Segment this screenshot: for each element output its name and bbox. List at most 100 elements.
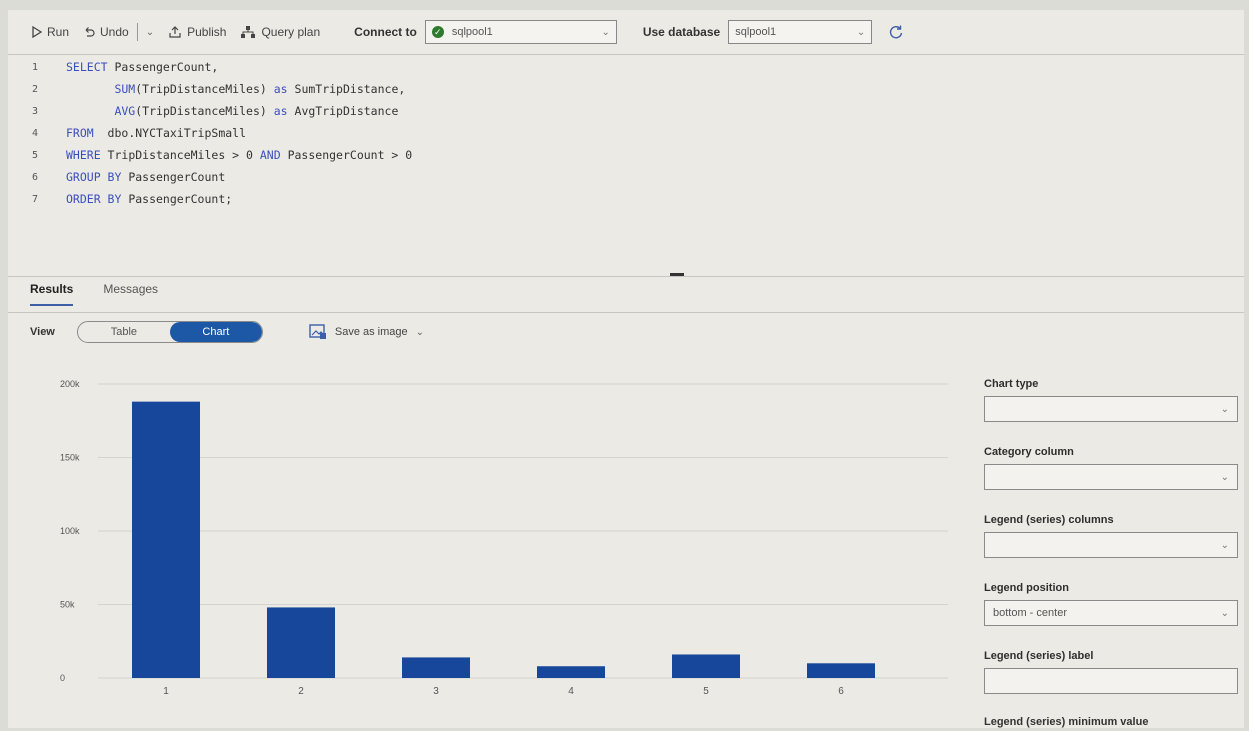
chevron-down-icon: ⌄ [1220, 403, 1229, 415]
line-number: 1 [31, 61, 38, 73]
code-line: 7 ORDER BY PassengerCount; [8, 188, 1244, 210]
tab-results[interactable]: Results [30, 282, 74, 306]
undo-button[interactable]: Undo ⌄ [83, 23, 154, 41]
code-line: 4 FROM dbo.NYCTaxiTripSmall [8, 122, 1244, 144]
x-tick-label: 2 [298, 686, 304, 697]
sql-text: SumTripDistance, [287, 82, 406, 96]
code-line: 1 SELECT PassengerCount, [8, 56, 1244, 78]
bar[interactable] [402, 657, 470, 678]
category-column-select[interactable]: ⌄ [984, 464, 1238, 490]
view-toolbar: View Table Chart Save as image ⌄ [30, 321, 424, 343]
tab-messages[interactable]: Messages [103, 282, 158, 306]
connect-to-label: Connect to [354, 25, 417, 39]
sql-text: (TripDistanceMiles) [135, 82, 274, 96]
sql-keyword: SELECT [66, 60, 108, 74]
chevron-down-icon: ⌄ [856, 26, 866, 38]
sql-keyword: GROUP BY [66, 170, 122, 184]
sql-text: PassengerCount; [121, 192, 233, 206]
sql-text: PassengerCount [121, 170, 226, 184]
line-number: 2 [31, 83, 38, 95]
publish-icon [169, 26, 181, 38]
x-tick-label: 5 [703, 686, 709, 697]
category-column-label: Category column [984, 446, 1074, 458]
bar[interactable] [132, 401, 200, 678]
y-tick-label: 150k [60, 453, 80, 463]
sql-keyword: AND [259, 148, 281, 162]
x-tick-label: 4 [568, 686, 574, 697]
refresh-icon[interactable] [888, 24, 904, 40]
legend-series-label-label: Legend (series) label [984, 650, 1094, 662]
sql-keyword: ORDER BY [66, 192, 122, 206]
sql-keyword: as [273, 82, 288, 96]
legend-position-label: Legend position [984, 582, 1069, 594]
undo-label: Undo [100, 25, 129, 39]
use-database-value: sqlpool1 [735, 26, 777, 38]
chart-settings-panel: Chart type ⌄ Category column ⌄ Legend (s… [984, 378, 1240, 718]
bar[interactable] [537, 666, 605, 678]
publish-label: Publish [187, 25, 227, 39]
query-plan-label: Query plan [261, 25, 321, 39]
tabs-divider [8, 312, 1244, 313]
sql-editor[interactable]: 1 SELECT PassengerCount, 2 SUM(TripDista… [8, 56, 1244, 268]
view-table-button[interactable]: Table [78, 322, 170, 342]
view-toggle: Table Chart [76, 321, 263, 343]
chevron-down-icon: ⌄ [1220, 471, 1229, 483]
synapse-sql-editor: Run Undo ⌄ Publish Query plan Connect to… [8, 10, 1244, 728]
y-tick-label: 100k [60, 526, 80, 536]
publish-button[interactable]: Publish [168, 25, 226, 39]
legend-series-minimum-label: Legend (series) minimum value [984, 716, 1149, 728]
divider [136, 23, 138, 41]
undo-icon [85, 27, 95, 37]
sql-keyword: as [273, 104, 288, 118]
play-icon [32, 26, 42, 38]
bar[interactable] [672, 654, 740, 678]
sql-text: PassengerCount > 0 [280, 148, 413, 162]
x-tick-label: 3 [433, 686, 439, 697]
line-number: 3 [31, 105, 38, 117]
legend-position-select[interactable]: bottom - center ⌄ [984, 600, 1238, 626]
line-number: 6 [31, 171, 38, 183]
chart-type-select[interactable]: ⌄ [984, 396, 1238, 422]
toolbar-divider [8, 54, 1244, 55]
save-as-image-button[interactable]: Save as image ⌄ [309, 324, 424, 340]
line-number: 4 [31, 127, 38, 139]
bar[interactable] [807, 663, 875, 678]
chevron-down-icon: ⌄ [1220, 607, 1229, 619]
sql-text: AvgTripDistance [287, 104, 399, 118]
sql-text: (TripDistanceMiles) [135, 104, 274, 118]
use-database-label: Use database [642, 25, 721, 39]
legend-series-label-input[interactable] [984, 668, 1238, 694]
y-tick-label: 200k [60, 379, 80, 389]
bar[interactable] [267, 607, 335, 678]
pane-divider [8, 276, 1244, 277]
chart-type-label: Chart type [984, 378, 1039, 390]
code-line: 3 AVG(TripDistanceMiles) as AvgTripDista… [8, 100, 1244, 122]
connect-to-value: sqlpool1 [451, 26, 493, 38]
query-plan-button[interactable]: Query plan [240, 25, 320, 39]
chevron-down-icon[interactable]: ⌄ [146, 27, 154, 38]
sql-text: dbo.NYCTaxiTripSmall [93, 126, 247, 140]
sql-keyword: FROM [66, 126, 94, 140]
x-tick-label: 1 [163, 686, 169, 697]
code-line: 5 WHERE TripDistanceMiles > 0 AND Passen… [8, 144, 1244, 166]
sql-text: PassengerCount, [107, 60, 219, 74]
legend-position-value: bottom - center [993, 607, 1067, 619]
chevron-down-icon: ⌄ [415, 326, 425, 338]
run-button[interactable]: Run [32, 25, 69, 39]
line-number: 5 [31, 149, 38, 161]
view-chart-button[interactable]: Chart [169, 322, 262, 342]
code-line: 6 GROUP BY PassengerCount [8, 166, 1244, 188]
use-database-select[interactable]: sqlpool1 ⌄ [728, 20, 873, 44]
x-tick-label: 6 [838, 686, 844, 697]
sql-keyword: WHERE [66, 148, 101, 162]
sql-keyword: SUM [66, 82, 136, 96]
connect-to-select[interactable]: ✓ sqlpool1 ⌄ [424, 20, 617, 44]
query-plan-icon [241, 26, 256, 38]
legend-series-columns-select[interactable]: ⌄ [984, 532, 1238, 558]
y-tick-label: 0 [60, 673, 65, 683]
sql-text: TripDistanceMiles > 0 [100, 148, 260, 162]
save-as-image-label: Save as image [334, 326, 408, 338]
sql-keyword: AVG [66, 104, 136, 118]
check-circle-icon: ✓ [431, 26, 444, 38]
image-icon [309, 324, 326, 339]
